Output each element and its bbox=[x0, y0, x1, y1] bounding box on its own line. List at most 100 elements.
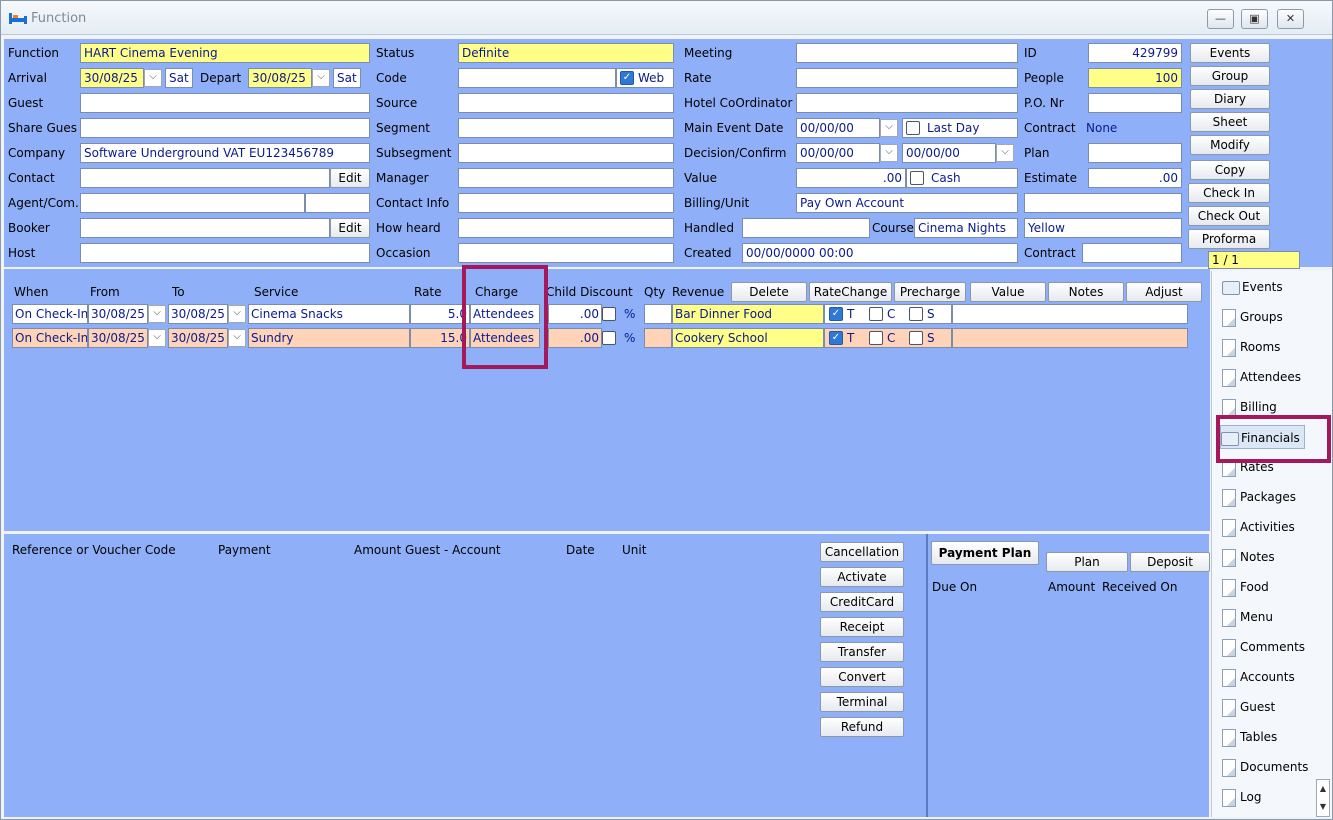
notes-cell[interactable] bbox=[952, 328, 1188, 348]
how-heard-field[interactable] bbox=[458, 218, 674, 238]
group-button[interactable]: Group bbox=[1190, 66, 1270, 86]
source-field[interactable] bbox=[458, 93, 674, 113]
depart-dropdown-icon[interactable]: ⌵ bbox=[312, 69, 330, 87]
contract2-field[interactable] bbox=[1082, 243, 1182, 263]
host-field[interactable] bbox=[80, 243, 370, 263]
precharge-button[interactable]: Precharge bbox=[894, 282, 966, 302]
qty-cell[interactable] bbox=[644, 304, 672, 324]
from-cell[interactable]: 30/08/25 bbox=[88, 328, 148, 348]
minimize-button[interactable]: — bbox=[1207, 9, 1234, 29]
modify-button[interactable]: Modify bbox=[1190, 135, 1270, 155]
sidebar-item-accounts[interactable]: Accounts bbox=[1222, 665, 1295, 689]
sidebar-item-tables[interactable]: Tables bbox=[1222, 725, 1277, 749]
course-colour-field[interactable]: Yellow bbox=[1024, 218, 1182, 238]
payment-plan-tab[interactable]: Payment Plan bbox=[931, 541, 1039, 565]
cash-container[interactable]: Cash bbox=[906, 168, 1018, 188]
subsegment-field[interactable] bbox=[458, 143, 674, 163]
contact-edit-button[interactable]: Edit bbox=[330, 168, 370, 188]
discount-cell[interactable]: .00 bbox=[548, 304, 602, 324]
sidebar-item-activities[interactable]: Activities bbox=[1222, 515, 1295, 539]
discount-pct-checkbox[interactable] bbox=[602, 331, 616, 345]
hotel-coordinator-field[interactable] bbox=[796, 93, 1018, 113]
table-row[interactable]: On Check-In 30/08/25 ⌵ 30/08/25 ⌵ Sundry… bbox=[4, 328, 1210, 350]
web-checkbox-container[interactable]: ✓ Web bbox=[616, 68, 674, 88]
plan-button[interactable]: Plan bbox=[1046, 552, 1128, 572]
company-field[interactable]: Software Underground VAT EU123456789 bbox=[80, 143, 370, 163]
decision-dropdown-icon[interactable]: ⌵ bbox=[880, 144, 898, 162]
manager-field[interactable] bbox=[458, 168, 674, 188]
occasion-field[interactable] bbox=[458, 243, 674, 263]
to-cell[interactable]: 30/08/25 bbox=[168, 328, 228, 348]
agent-field[interactable] bbox=[80, 193, 305, 213]
t-checkbox[interactable]: ✓ bbox=[829, 307, 843, 321]
handled-field[interactable] bbox=[742, 218, 870, 238]
confirm-dropdown-icon[interactable]: ⌵ bbox=[996, 144, 1014, 162]
sidebar-item-packages[interactable]: Packages bbox=[1222, 485, 1296, 509]
sidebar-item-rooms[interactable]: Rooms bbox=[1222, 335, 1280, 359]
decision-date-field[interactable]: 00/00/00 bbox=[796, 143, 880, 163]
creditcard-button[interactable]: CreditCard bbox=[820, 592, 904, 612]
sidebar-item-log[interactable]: Log bbox=[1222, 785, 1261, 809]
code-field[interactable] bbox=[458, 68, 616, 88]
web-checkbox[interactable]: ✓ bbox=[620, 71, 634, 85]
check-in-button[interactable]: Check In bbox=[1188, 183, 1270, 203]
close-button[interactable]: ✕ bbox=[1277, 9, 1304, 29]
agent-commission-field[interactable] bbox=[305, 193, 370, 213]
guest-field[interactable] bbox=[80, 93, 370, 113]
maximize-button[interactable]: ▣ bbox=[1241, 9, 1268, 29]
deposit-button[interactable]: Deposit bbox=[1130, 552, 1210, 572]
main-event-dropdown-icon[interactable]: ⌵ bbox=[880, 119, 898, 137]
receipt-button[interactable]: Receipt bbox=[820, 617, 904, 637]
sidebar-item-comments[interactable]: Comments bbox=[1222, 635, 1305, 659]
billing-unit-field[interactable]: Pay Own Account bbox=[796, 193, 1018, 213]
rate-cell[interactable]: 5.0 bbox=[410, 304, 470, 324]
s-checkbox[interactable] bbox=[909, 331, 923, 345]
convert-button[interactable]: Convert bbox=[820, 667, 904, 687]
delete-button[interactable]: Delete bbox=[731, 282, 807, 302]
people-field[interactable]: 100 bbox=[1088, 68, 1182, 88]
revenue-cell[interactable]: Cookery School bbox=[672, 328, 824, 348]
main-event-date-field[interactable]: 00/00/00 bbox=[796, 118, 880, 138]
status-field[interactable]: Definite bbox=[458, 43, 674, 63]
s-checkbox[interactable] bbox=[909, 307, 923, 321]
copy-button[interactable]: Copy bbox=[1190, 160, 1270, 180]
contact-info-field[interactable] bbox=[458, 193, 674, 213]
function-field[interactable]: HART Cinema Evening bbox=[80, 43, 370, 63]
from-dropdown-icon[interactable]: ⌵ bbox=[148, 305, 166, 323]
cancellation-button[interactable]: Cancellation bbox=[820, 542, 904, 562]
notes-cell[interactable] bbox=[952, 304, 1188, 324]
c-checkbox[interactable] bbox=[869, 307, 883, 321]
last-day-container[interactable]: Last Day bbox=[902, 118, 1018, 138]
revenue-cell[interactable]: Bar Dinner Food bbox=[672, 304, 824, 324]
to-dropdown-icon[interactable]: ⌵ bbox=[228, 329, 246, 347]
arrival-date-field[interactable]: 30/08/25 bbox=[80, 68, 144, 88]
transfer-button[interactable]: Transfer bbox=[820, 642, 904, 662]
billing-extra-field[interactable] bbox=[1024, 193, 1182, 213]
booker-field[interactable] bbox=[80, 218, 330, 238]
share-guest-field[interactable] bbox=[80, 118, 370, 138]
sidebar-item-guest[interactable]: Guest bbox=[1222, 695, 1275, 719]
ratechange-button[interactable]: RateChange bbox=[809, 282, 892, 302]
terminal-button[interactable]: Terminal bbox=[820, 692, 904, 712]
sidebar-item-documents[interactable]: Documents bbox=[1222, 755, 1308, 779]
estimate-field[interactable]: .00 bbox=[1088, 168, 1182, 188]
sidebar-item-notes[interactable]: Notes bbox=[1222, 545, 1275, 569]
to-cell[interactable]: 30/08/25 bbox=[168, 304, 228, 324]
events-button[interactable]: Events bbox=[1190, 43, 1270, 63]
depart-date-field[interactable]: 30/08/25 bbox=[248, 68, 312, 88]
service-cell[interactable]: Cinema Snacks bbox=[248, 304, 410, 324]
discount-pct-checkbox[interactable] bbox=[602, 307, 616, 321]
sidebar-item-food[interactable]: Food bbox=[1222, 575, 1269, 599]
proforma-button[interactable]: Proforma bbox=[1188, 229, 1270, 249]
rate-cell[interactable]: 15.0 bbox=[410, 328, 470, 348]
booker-edit-button[interactable]: Edit bbox=[330, 218, 370, 238]
adjust-button[interactable]: Adjust bbox=[1126, 282, 1202, 302]
t-checkbox[interactable]: ✓ bbox=[829, 331, 843, 345]
po-number-field[interactable] bbox=[1088, 93, 1182, 113]
table-row[interactable]: On Check-In 30/08/25 ⌵ 30/08/25 ⌵ Cinema… bbox=[4, 304, 1210, 326]
c-checkbox[interactable] bbox=[869, 331, 883, 345]
sidebar-scrollbar[interactable]: ▲ ▼ bbox=[1316, 779, 1330, 817]
activate-button[interactable]: Activate bbox=[820, 567, 904, 587]
qty-cell[interactable] bbox=[644, 328, 672, 348]
when-cell[interactable]: On Check-In bbox=[12, 328, 88, 348]
